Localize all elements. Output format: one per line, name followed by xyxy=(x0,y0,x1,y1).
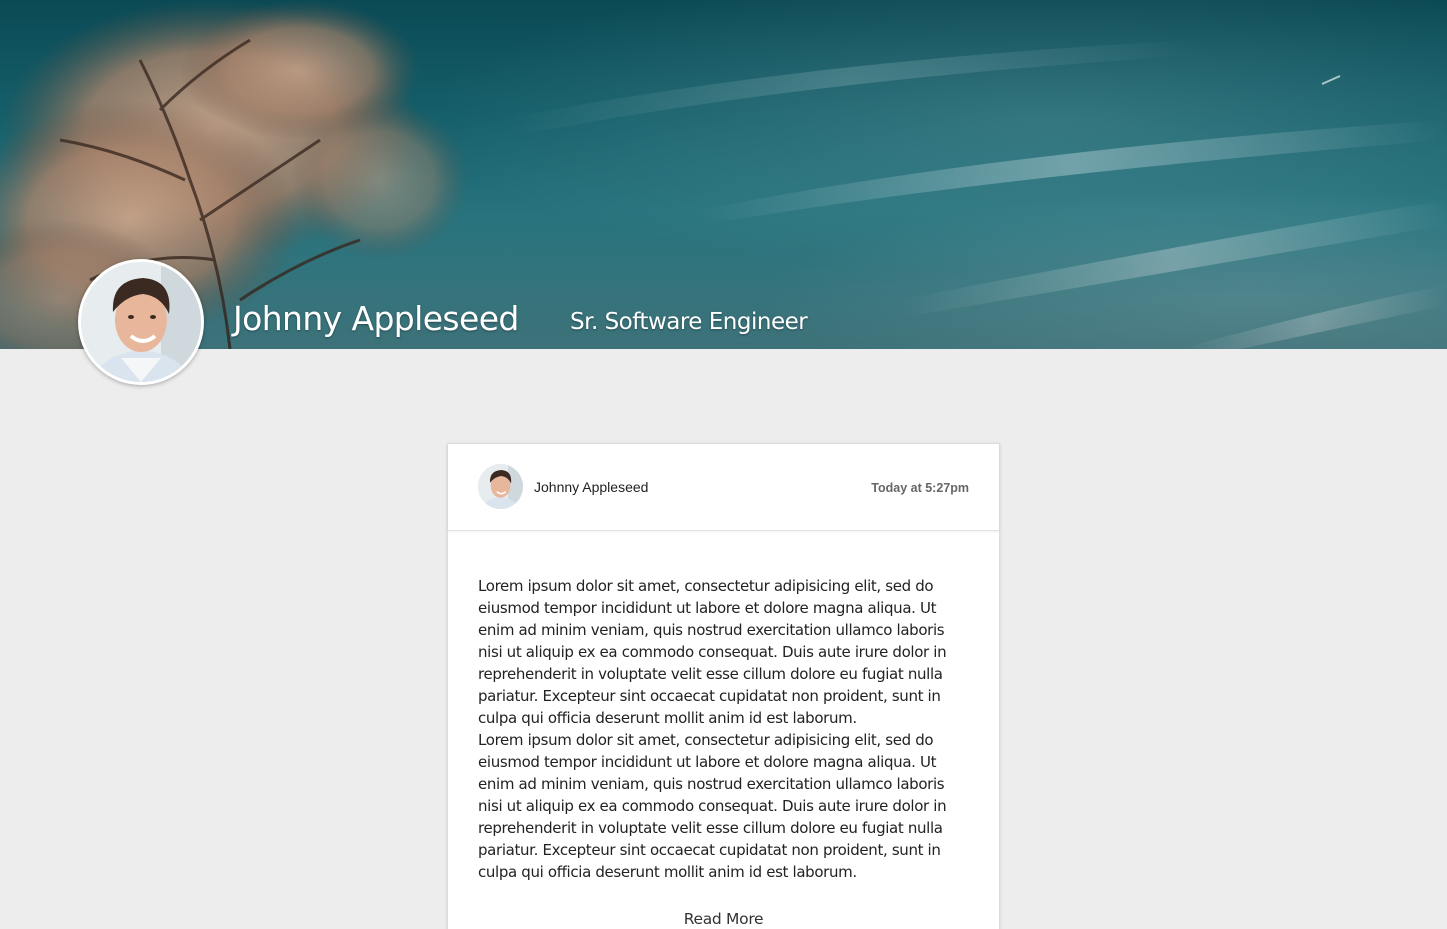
post-paragraph: Lorem ipsum dolor sit amet, consectetur … xyxy=(478,577,947,727)
post-card: Johnny Appleseed Today at 5:27pm Lorem i… xyxy=(447,443,1000,929)
post-body: Lorem ipsum dolor sit amet, consectetur … xyxy=(478,575,970,883)
profile-avatar[interactable] xyxy=(78,259,204,385)
profile-job-title: Sr. Software Engineer xyxy=(570,309,808,335)
post-header: Johnny Appleseed Today at 5:27pm xyxy=(448,444,999,531)
person-photo-icon xyxy=(478,464,523,509)
person-photo-icon xyxy=(81,262,201,382)
cover-photo xyxy=(0,0,1447,349)
profile-page: Johnny Appleseed Sr. Software Engineer J… xyxy=(0,0,1447,929)
read-more-link[interactable]: Read More xyxy=(448,908,999,929)
author-avatar[interactable] xyxy=(478,464,523,509)
post-author-name[interactable]: Johnny Appleseed xyxy=(534,479,648,496)
post-timestamp: Today at 5:27pm xyxy=(871,481,969,495)
post-paragraph: Lorem ipsum dolor sit amet, consectetur … xyxy=(478,731,947,881)
profile-name: Johnny Appleseed xyxy=(233,299,519,338)
